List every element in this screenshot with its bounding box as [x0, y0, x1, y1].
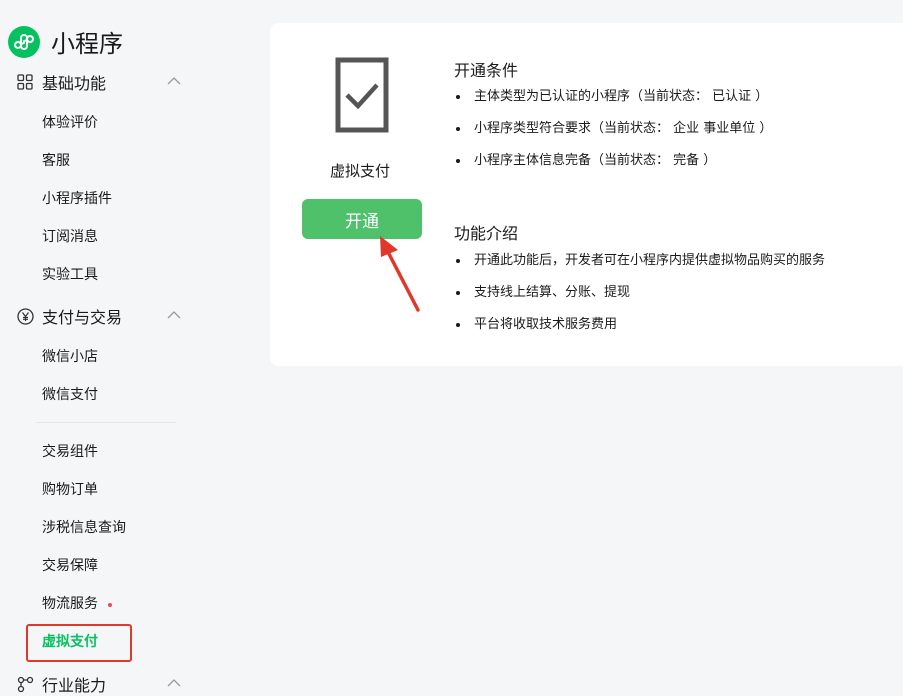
intro-item: 支持线上结算、分账、提现: [456, 284, 630, 302]
nav-item[interactable]: 涉税信息查询: [42, 518, 126, 538]
bullet-dot: [456, 323, 460, 327]
nav-item[interactable]: 微信小店: [42, 347, 98, 367]
nav-item[interactable]: 购物订单: [42, 480, 98, 500]
nav-item[interactable]: 客服: [42, 151, 70, 171]
checkbox-icon: [335, 57, 389, 137]
annotation-arrow: [370, 230, 430, 318]
bullet-dot: [456, 259, 460, 263]
nav-item[interactable]: 小程序插件: [42, 189, 112, 209]
nav-item[interactable]: 微信支付: [42, 385, 98, 405]
chevron-up-icon[interactable]: [166, 676, 182, 696]
brand: 小程序: [8, 24, 123, 59]
intro-item: 开通此功能后，开发者可在小程序内提供虚拟物品购买的服务: [456, 252, 825, 270]
mini-program-logo-icon: [8, 25, 40, 58]
intro-title: 功能介绍: [454, 224, 519, 243]
chevron-up-icon[interactable]: [166, 308, 182, 328]
bullet-dot: [456, 127, 460, 131]
nav-item[interactable]: 订阅消息: [42, 227, 98, 247]
bullet-dot: [456, 159, 460, 163]
nav-group-label: 行业能力: [42, 676, 107, 695]
intro-text: 平台将收取技术服务费用: [474, 317, 618, 332]
service-name: 虚拟支付: [330, 162, 391, 180]
conditions-title: 开通条件: [454, 61, 519, 80]
condition-item: 小程序类型符合要求（当前状态： 企业 事业单位 ）: [456, 120, 772, 138]
nav-item[interactable]: 交易保障: [42, 556, 98, 576]
nav-group-industry[interactable]: 行业能力: [16, 672, 186, 696]
intro-item: 平台将收取技术服务费用: [456, 316, 617, 334]
nav-group-label: 基础功能: [42, 74, 107, 93]
notification-dot: [108, 603, 112, 607]
nav-group-label: 支付与交易: [42, 308, 123, 327]
condition-text: 主体类型为已认证的小程序（当前状态： 已认证 ）: [474, 89, 769, 104]
sidebar-divider: [36, 422, 176, 423]
condition-text: 小程序类型符合要求（当前状态： 企业 事业单位 ）: [474, 121, 773, 136]
nav-item[interactable]: 体验评价: [42, 113, 98, 133]
grid-icon: [16, 73, 34, 91]
yen-icon: [16, 307, 34, 325]
intro-text: 支持线上结算、分账、提现: [474, 285, 631, 300]
nav-group-basic[interactable]: 基础功能: [16, 70, 186, 94]
nav-group-payment[interactable]: 支付与交易: [16, 304, 186, 328]
intro-text: 开通此功能后，开发者可在小程序内提供虚拟物品购买的服务: [474, 253, 826, 268]
condition-item: 主体类型为已认证的小程序（当前状态： 已认证 ）: [456, 88, 768, 106]
bullet-dot: [456, 95, 460, 99]
highlight-annotation-box: [26, 624, 132, 662]
nav-item[interactable]: 物流服务: [42, 594, 98, 614]
brand-title: 小程序: [51, 30, 123, 58]
nav-item[interactable]: 实验工具: [42, 265, 98, 285]
nav-item[interactable]: 交易组件: [42, 442, 98, 462]
condition-text: 小程序主体信息完备（当前状态： 完备 ）: [474, 153, 717, 168]
nodes-icon: [16, 675, 34, 693]
condition-item: 小程序主体信息完备（当前状态： 完备 ）: [456, 152, 716, 170]
bullet-dot: [456, 291, 460, 295]
sidebar: 小程序 基础功能 体验评价 客服 小程序插件 订阅消息 实验工具 支付与交易 微…: [0, 0, 200, 696]
chevron-up-icon[interactable]: [166, 74, 182, 94]
